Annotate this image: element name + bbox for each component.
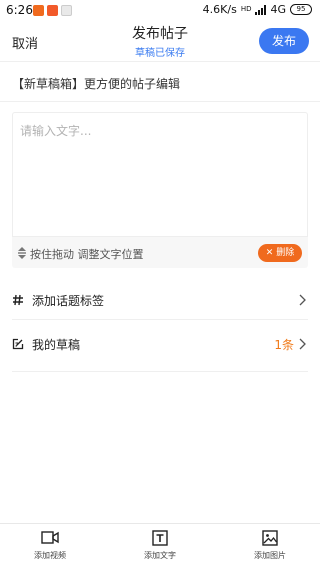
network-speed: 4.6K/s [202, 3, 237, 16]
publish-button[interactable]: 发布 [259, 28, 309, 54]
text-icon [152, 530, 168, 546]
status-bar: 6:26 4.6K/s HD 4G 95 [0, 0, 320, 22]
chevron-right-icon [299, 294, 306, 306]
drag-handle[interactable]: 按住拖动 调整文字位置 ✕ 删除 [12, 240, 308, 266]
draft-count: 1条 [274, 338, 294, 352]
text-input-placeholder: 请输入文字... [20, 124, 92, 138]
image-icon [262, 530, 278, 546]
drag-arrows-icon [18, 247, 26, 259]
app-notification-icon [47, 5, 58, 16]
draft-box-notice[interactable]: 【新草稿箱】更方便的帖子编辑 [12, 75, 180, 92]
add-video-button[interactable]: 添加视频 [10, 530, 90, 561]
my-drafts-row[interactable]: 我的草稿 1条 [12, 320, 308, 372]
delete-label: 删除 [276, 248, 295, 258]
hashtag-icon [13, 294, 23, 306]
signal-icon [255, 4, 267, 15]
delete-button[interactable]: ✕ 删除 [258, 244, 302, 262]
add-image-label: 添加图片 [254, 551, 286, 560]
divider [12, 371, 308, 372]
my-drafts-label: 我的草稿 [32, 338, 81, 352]
battery-icon: 95 [290, 4, 312, 15]
add-text-label: 添加文字 [144, 551, 176, 560]
drag-hint: 按住拖动 调整文字位置 [30, 248, 144, 261]
add-video-label: 添加视频 [34, 551, 66, 560]
bottom-toolbar: 添加视频 添加文字 添加图片 [0, 523, 320, 569]
status-time: 6:26 [6, 3, 33, 17]
text-input[interactable]: 请输入文字... [12, 112, 308, 237]
text-block: 请输入文字... 按住拖动 调整文字位置 ✕ 删除 [12, 112, 308, 268]
draft-saved-status: 草稿已保存 [135, 48, 185, 59]
title-block: 发布帖子 草稿已保存 [80, 22, 240, 59]
status-indicators: 4.6K/s HD 4G 95 [203, 3, 312, 16]
network-type: 4G [270, 3, 286, 16]
hd-badge: HD [240, 5, 252, 13]
header: 取消 发布帖子 草稿已保存 发布 [0, 22, 320, 60]
add-text-button[interactable]: 添加文字 [120, 530, 200, 561]
divider [0, 101, 320, 102]
chevron-right-icon [299, 338, 306, 350]
page-title: 发布帖子 [132, 26, 188, 42]
cancel-button[interactable]: 取消 [12, 33, 38, 52]
play-store-icon [61, 5, 72, 16]
app-notification-icon [33, 5, 44, 16]
divider [0, 61, 320, 62]
video-icon [41, 531, 59, 544]
close-icon: ✕ [265, 248, 274, 258]
edit-note-icon [12, 338, 24, 350]
add-image-button[interactable]: 添加图片 [230, 530, 310, 561]
add-topic-label: 添加话题标签 [32, 294, 105, 308]
